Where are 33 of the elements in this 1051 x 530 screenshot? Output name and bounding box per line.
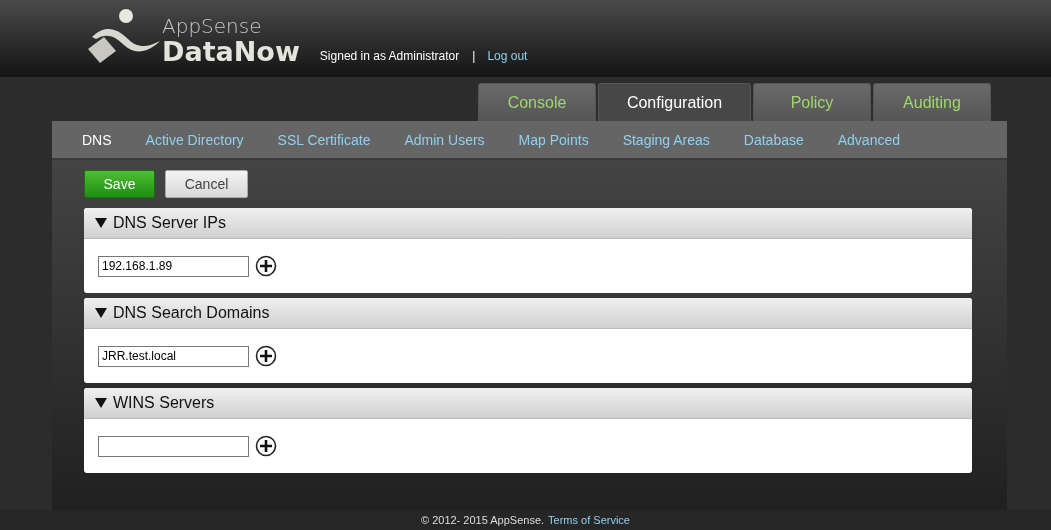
section-title: DNS Search Domains [113, 304, 270, 322]
sub-nav-link[interactable]: DNS [82, 131, 112, 148]
sub-nav-link[interactable]: Staging Areas [622, 131, 710, 148]
sub-nav-link[interactable]: Active Directory [145, 131, 244, 148]
copyright-text: © 2012- 2015 AppSense. [421, 514, 545, 526]
product-name: DataNow [162, 37, 300, 67]
main-tab[interactable]: Policy [753, 83, 871, 121]
input-field[interactable]: JRR.test.local [98, 345, 249, 367]
save-button[interactable]: Save [84, 170, 155, 198]
main-tab[interactable]: Auditing [873, 83, 991, 121]
input-field[interactable]: 192.168.1.89 [98, 255, 249, 277]
add-icon[interactable] [255, 345, 277, 367]
sub-nav-link[interactable]: Advanced [837, 131, 901, 148]
section-header[interactable]: DNS Search Domains [84, 298, 972, 329]
sub-nav-link[interactable]: Admin Users [404, 131, 485, 148]
main-tab[interactable]: Console [478, 83, 596, 121]
separator-text: | [472, 49, 476, 63]
main-tab[interactable]: Configuration [598, 83, 751, 121]
section-header[interactable]: DNS Server IPs [84, 208, 972, 239]
input-field[interactable] [98, 435, 249, 457]
add-icon[interactable] [255, 435, 277, 457]
section-header[interactable]: WINS Servers [84, 388, 972, 419]
cancel-button[interactable]: Cancel [165, 170, 248, 198]
brand-name: AppSense [162, 15, 263, 37]
terms-link[interactable]: Terms of Service [548, 514, 630, 526]
signed-in-text: Signed in as Administrator [319, 49, 460, 63]
section-title: WINS Servers [113, 394, 215, 412]
section-title: DNS Server IPs [113, 214, 226, 232]
sub-nav-link[interactable]: SSL Certificate [277, 131, 371, 148]
sub-nav-link[interactable]: Map Points [518, 131, 589, 148]
add-icon[interactable] [255, 255, 277, 277]
logout-link[interactable]: Log out [487, 49, 528, 63]
sub-nav-link[interactable]: Database [743, 131, 804, 148]
